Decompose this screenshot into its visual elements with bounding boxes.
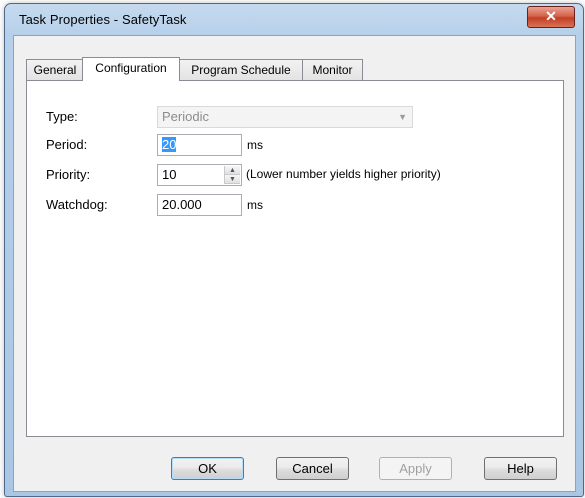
dialog-client-area: General Configuration Program Schedule M…: [13, 35, 576, 492]
period-input[interactable]: 20: [157, 134, 242, 156]
title-bar[interactable]: Task Properties - SafetyTask ✕: [5, 4, 583, 34]
cancel-button[interactable]: Cancel: [276, 457, 349, 480]
priority-note: (Lower number yields higher priority): [246, 167, 441, 181]
type-select-value: Periodic: [162, 109, 209, 124]
watchdog-value: 20.000: [162, 197, 202, 212]
period-unit: ms: [247, 138, 263, 152]
watchdog-label: Watchdog:: [46, 197, 108, 212]
tab-monitor[interactable]: Monitor: [302, 59, 363, 80]
task-properties-window: Task Properties - SafetyTask ✕ General C…: [4, 3, 584, 497]
priority-spin-buttons: ▲ ▼: [224, 166, 240, 184]
period-label: Period:: [46, 137, 88, 152]
tab-program-schedule[interactable]: Program Schedule: [178, 59, 304, 80]
ok-button[interactable]: OK: [171, 457, 244, 480]
tab-configuration[interactable]: Configuration: [82, 57, 180, 81]
watchdog-unit: ms: [247, 198, 263, 212]
spin-down-icon[interactable]: ▼: [225, 175, 240, 184]
window-title: Task Properties - SafetyTask: [19, 12, 187, 27]
tab-general[interactable]: General: [26, 59, 84, 80]
configuration-panel: Type: Periodic ▼ Period: 20 ms Priority:…: [26, 80, 564, 437]
priority-value: 10: [162, 167, 177, 182]
chevron-down-icon: ▼: [398, 112, 407, 122]
help-button[interactable]: Help: [484, 457, 557, 480]
apply-button[interactable]: Apply: [379, 457, 452, 480]
priority-stepper[interactable]: 10 ▲ ▼: [157, 164, 242, 186]
watchdog-input[interactable]: 20.000: [157, 194, 242, 216]
spin-up-icon[interactable]: ▲: [225, 166, 240, 175]
priority-label: Priority:: [46, 167, 91, 182]
type-select: Periodic ▼: [157, 106, 413, 128]
close-x-icon: ✕: [545, 8, 557, 24]
close-button[interactable]: ✕: [527, 6, 575, 28]
type-label: Type:: [46, 109, 78, 124]
period-value: 20: [162, 137, 177, 152]
